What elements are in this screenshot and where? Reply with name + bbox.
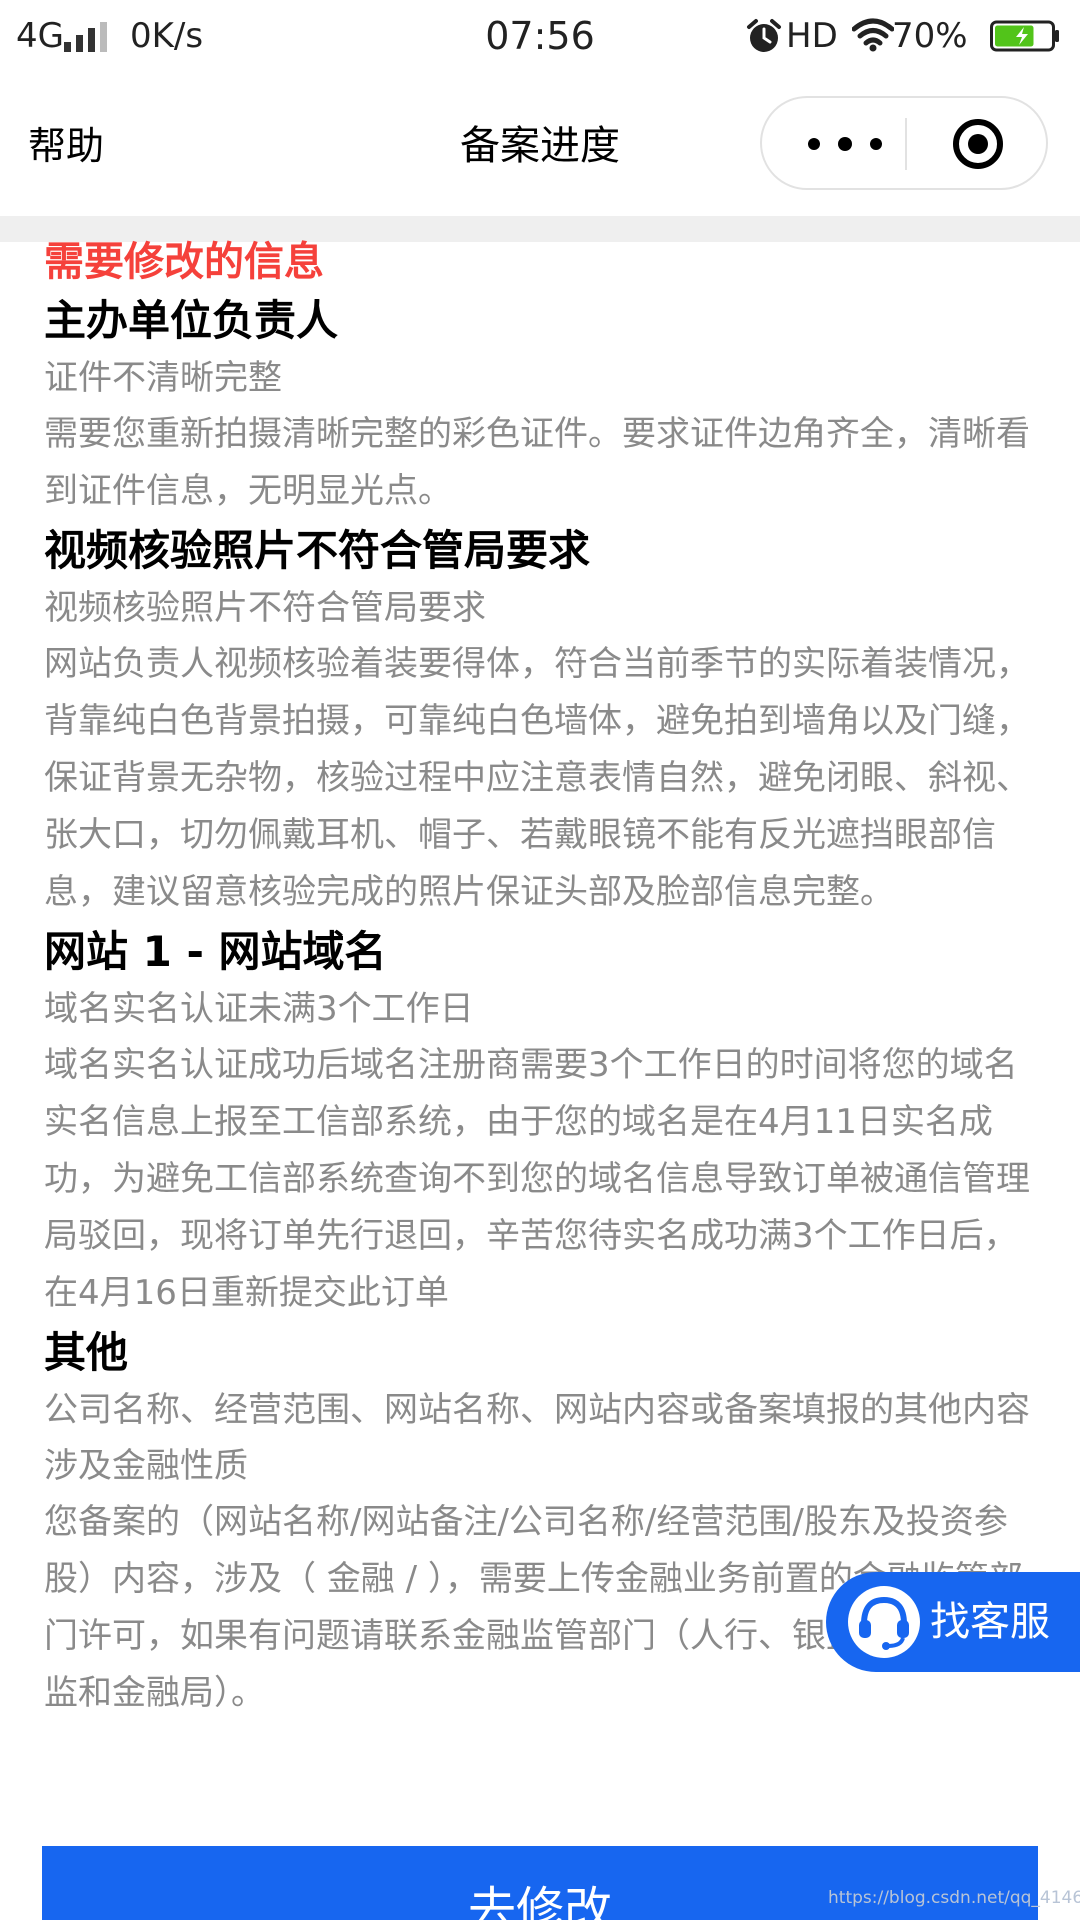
headset-icon [848,1586,920,1658]
alarm-icon [747,19,781,52]
issue-detail: 需要您重新拍摄清晰完整的彩色证件。要求证件边角齐全，清晰看到证件信息，无明显光点… [44,414,1030,511]
issue-detail: 网站负责人视频核验着装要得体，符合当前季节的实际着装情况，背靠纯白色背景拍摄，可… [44,644,1030,912]
status-bar: 4G 0K/s 07:56 HD 70% [0,0,1080,76]
battery-icon [990,20,1059,52]
issue-reason: 视频核验照片不符合管局要求 [44,588,486,628]
issue-title: 网站 1 - 网站域名 [44,927,387,976]
issue-title: 主办单位负责人 [44,296,339,345]
customer-service-button[interactable]: 找客服 [826,1572,1080,1672]
wifi-icon [852,18,894,52]
issue-reason: 域名实名认证未满3个工作日 [44,989,474,1029]
issue-reason: 公司名称、经营范围、网站名称、网站内容或备案填报的其他内容涉及金融性质 [44,1390,1030,1486]
hd-indicator: HD [786,16,838,56]
modify-heading: 需要修改的信息 [44,239,324,285]
go-modify-button[interactable]: 去修改 [42,1846,1038,1920]
watermark: https://blog.csdn.net/qq_41464123 [828,1888,1080,1908]
issue-reason: 证件不清晰完整 [44,358,282,398]
issue-title: 视频核验照片不符合管局要求 [44,526,591,575]
nav-bar: 帮助 备案进度 [0,76,1080,216]
capsule-divider [905,118,907,170]
issue-detail: 域名实名认证成功后域名注册商需要3个工作日的时间将您的域名实名信息上报至工信部系… [44,1045,1030,1313]
modification-info: 需要修改的信息 主办单位负责人 证件不清晰完整 需要您重新拍摄清晰完整的彩色证件… [44,234,1044,1722]
issue-section: 主办单位负责人 证件不清晰完整 需要您重新拍摄清晰完整的彩色证件。要求证件边角齐… [44,292,1044,520]
more-icon[interactable] [802,126,892,162]
close-target-icon[interactable] [952,118,1004,170]
issue-title: 其他 [44,1328,129,1377]
battery-percent: 70% [892,16,968,56]
issue-section: 视频核验照片不符合管局要求 视频核验照片不符合管局要求 网站负责人视频核验着装要… [44,522,1044,921]
miniprogram-capsule [760,96,1048,190]
issue-section: 网站 1 - 网站域名 域名实名认证未满3个工作日 域名实名认证成功后域名注册商… [44,923,1044,1322]
customer-service-label: 找客服 [930,1599,1050,1645]
